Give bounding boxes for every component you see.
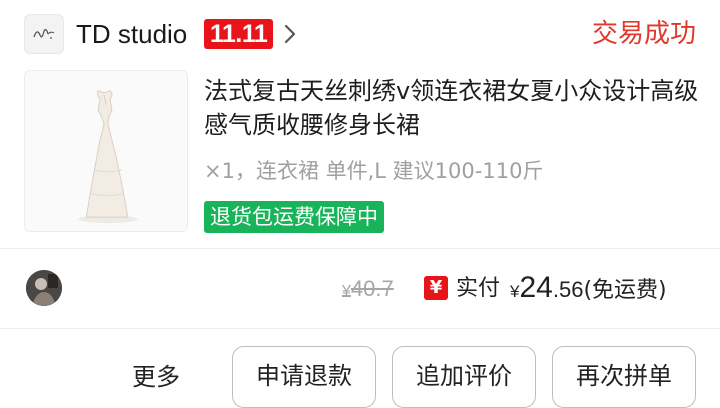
paid-amount: ¥24.56(免运费): [510, 270, 667, 306]
shop-name[interactable]: TD studio: [76, 18, 187, 50]
paid-amount-decimal: .56: [552, 277, 584, 302]
paid-label: 实付: [456, 276, 501, 301]
shop-logo-icon[interactable]: [24, 14, 64, 54]
chevron-right-icon[interactable]: [282, 22, 298, 46]
avatar-image: [26, 270, 62, 306]
original-price: ¥40.7: [342, 274, 394, 307]
avatar: [26, 270, 62, 306]
group-buy-again-button[interactable]: 再次拼单: [552, 346, 696, 408]
original-price-value: 40.7: [350, 276, 394, 301]
divider: [0, 328, 720, 329]
add-review-button[interactable]: 追加评价: [392, 346, 536, 408]
yen-icon: ¥: [424, 276, 448, 300]
free-shipping-note: (免运费): [583, 278, 667, 303]
more-button[interactable]: 更多: [132, 360, 180, 394]
paid-amount-integer: 24: [519, 271, 553, 304]
order-status: 交易成功: [591, 19, 696, 49]
product-sku: ×1，连衣裙 单件,L 建议100-110斤: [204, 159, 544, 183]
order-actions: 更多 申请退款 追加评价 再次拼单: [0, 346, 720, 408]
double-eleven-badge: 11.11: [204, 19, 274, 49]
original-price-currency: ¥: [342, 283, 351, 300]
product-image[interactable]: [24, 70, 188, 232]
shop-logo-mark: [33, 28, 55, 39]
return-shipping-guarantee-badge: 退货包运费保障中: [204, 201, 384, 233]
product-title[interactable]: 法式复古天丝刺绣v领连衣裙女夏小众设计高级感气质收腰修身长裙: [204, 74, 704, 142]
divider: [0, 248, 720, 249]
white-dress-image: [25, 71, 187, 231]
order-header: TD studio 11.11 交易成功: [0, 0, 720, 68]
request-refund-button[interactable]: 申请退款: [232, 346, 376, 408]
